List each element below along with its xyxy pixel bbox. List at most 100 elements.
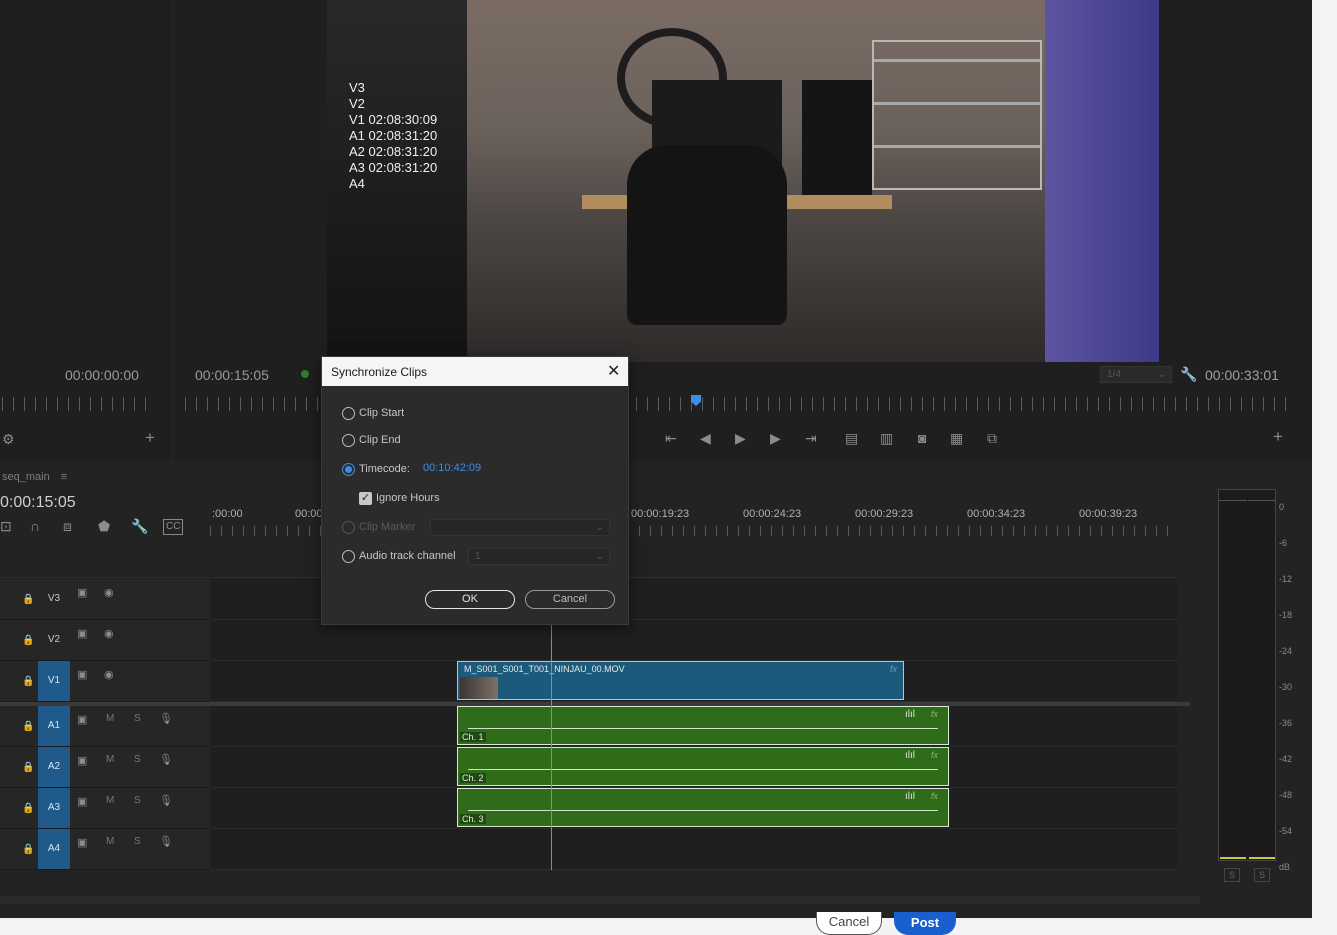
playhead-timecode[interactable]: 0:00:15:05	[0, 494, 76, 512]
mute-button[interactable]: M	[106, 754, 114, 765]
close-icon[interactable]: ✕	[607, 361, 620, 381]
clip-end-label[interactable]: Clip End	[359, 434, 401, 446]
lock-icon[interactable]: 🔒	[22, 802, 34, 816]
compare-icon[interactable]: ▦	[950, 431, 963, 445]
lock-icon[interactable]: 🔒	[22, 634, 34, 648]
volume-line[interactable]	[468, 769, 938, 770]
track-label-a4[interactable]: A4	[38, 829, 70, 869]
film-icon[interactable]: ▣	[77, 586, 87, 600]
sync-lock-icon[interactable]: ▣	[77, 713, 87, 727]
wrench-icon[interactable]: 🔧	[1180, 367, 1197, 381]
ok-button[interactable]: OK	[425, 590, 515, 609]
microphone-icon[interactable]: 🎙	[159, 794, 173, 808]
sync-lock-icon[interactable]: ▣	[77, 795, 87, 809]
audio-clip[interactable]: ılıl fx Ch. 2	[457, 747, 949, 786]
audio-clip[interactable]: ılıl fx Ch. 1	[457, 706, 949, 745]
timecode-radio[interactable]	[342, 463, 355, 476]
fx-badge[interactable]: fx	[931, 750, 938, 760]
lock-icon[interactable]: 🔒	[22, 593, 34, 607]
camera-icon[interactable]: ◙	[918, 431, 926, 445]
track-lane-a4[interactable]	[210, 829, 1177, 870]
fx-badge[interactable]: fx	[931, 791, 938, 801]
track-lane-a2[interactable]: ılıl fx Ch. 2	[210, 747, 1177, 788]
audio-channel-select[interactable]: 1 ⌄	[468, 548, 610, 565]
clip-end-radio[interactable]	[342, 434, 355, 447]
clip-marker-select[interactable]: ⌄	[430, 519, 610, 536]
track-label-a1[interactable]: A1	[38, 706, 70, 746]
add-button-icon[interactable]: +	[145, 429, 155, 446]
track-lane-v1[interactable]: M_S001_S001_T001_NINJAU_00.MOV fx	[210, 661, 1177, 702]
lock-icon[interactable]: 🔒	[22, 675, 34, 689]
eye-icon[interactable]: ◉	[104, 627, 114, 641]
go-to-out-icon[interactable]: ⇥	[805, 431, 817, 445]
export-frame-icon[interactable]: ⧉	[987, 431, 997, 445]
wrench-icon[interactable]: 🔧	[131, 519, 148, 533]
film-icon[interactable]: ▣	[77, 668, 87, 682]
sequence-tab[interactable]: seq_main ≡	[2, 471, 67, 483]
horizontal-scrollbar[interactable]	[0, 896, 1200, 904]
volume-line[interactable]	[468, 728, 938, 729]
lock-icon[interactable]: 🔒	[22, 720, 34, 734]
eye-icon[interactable]: ◉	[104, 668, 114, 682]
extract-icon[interactable]: ▥	[880, 431, 893, 445]
film-icon[interactable]: ▣	[77, 627, 87, 641]
background-cancel-button[interactable]: Cancel	[816, 912, 882, 935]
mute-button[interactable]: M	[106, 836, 114, 847]
marker-icon[interactable]: ⬟	[98, 519, 110, 533]
source-ruler[interactable]	[2, 397, 156, 411]
ignore-hours-checkbox[interactable]: ✓	[359, 492, 372, 505]
track-lane-v2[interactable]	[210, 620, 1177, 661]
linked-selection-icon[interactable]: ⧈	[63, 519, 72, 533]
lift-icon[interactable]: ▤	[845, 431, 858, 445]
solo-button[interactable]: S	[134, 795, 141, 806]
solo-button[interactable]: S	[134, 713, 141, 724]
timecode-value-input[interactable]: 00:10:42:09	[423, 462, 481, 474]
step-back-icon[interactable]: ◀	[700, 431, 711, 445]
resolution-select[interactable]: 1/4 ⌄	[1100, 366, 1172, 383]
fx-badge[interactable]: fx	[931, 709, 938, 719]
source-timecode[interactable]: 00:00:00:00	[65, 367, 139, 383]
snap-magnet-icon[interactable]: ∩	[30, 519, 40, 533]
go-to-in-icon[interactable]: ⇤	[665, 431, 677, 445]
video-clip[interactable]: M_S001_S001_T001_NINJAU_00.MOV fx	[457, 661, 904, 700]
meter-solo-button[interactable]: S	[1224, 868, 1240, 882]
clip-start-radio[interactable]	[342, 407, 355, 420]
dialog-title-bar[interactable]: Synchronize Clips ✕	[322, 357, 628, 386]
track-label-a3[interactable]: A3	[38, 788, 70, 828]
settings-icon[interactable]: ⚙	[2, 432, 15, 446]
audio-clip[interactable]: ılıl fx Ch. 3	[457, 788, 949, 827]
lock-icon[interactable]: 🔒	[22, 761, 34, 775]
mute-button[interactable]: M	[106, 713, 114, 724]
track-lane-a3[interactable]: ılıl fx Ch. 3	[210, 788, 1177, 829]
captions-icon[interactable]: CC	[163, 519, 184, 535]
audio-track-channel-radio[interactable]	[342, 550, 355, 563]
add-button-icon[interactable]: +	[1273, 428, 1283, 445]
mute-button[interactable]: M	[106, 795, 114, 806]
background-post-button[interactable]: Post	[894, 912, 956, 935]
track-label-v2[interactable]: V2	[38, 620, 70, 660]
solo-button[interactable]: S	[134, 836, 141, 847]
eye-icon[interactable]: ◉	[104, 586, 114, 600]
step-forward-icon[interactable]: ▶	[770, 431, 781, 445]
clip-marker-radio[interactable]	[342, 521, 355, 534]
track-label-v3[interactable]: V3	[38, 579, 70, 619]
timecode-label[interactable]: Timecode:	[359, 463, 410, 475]
microphone-icon[interactable]: 🎙	[159, 753, 173, 767]
track-label-v1[interactable]: V1	[38, 661, 70, 701]
sync-lock-icon[interactable]: ▣	[77, 836, 87, 850]
track-label-a2[interactable]: A2	[38, 747, 70, 787]
solo-button[interactable]: S	[134, 754, 141, 765]
program-timecode[interactable]: 00:00:15:05	[195, 367, 269, 383]
microphone-icon[interactable]: 🎙	[159, 835, 173, 849]
meter-solo-button[interactable]: S	[1254, 868, 1270, 882]
audio-track-channel-label[interactable]: Audio track channel	[359, 550, 456, 562]
timeline-playhead[interactable]	[551, 624, 552, 870]
nest-icon[interactable]: ⊡	[0, 519, 12, 533]
fx-badge[interactable]: fx	[890, 664, 897, 674]
play-icon[interactable]: ▶	[735, 431, 746, 445]
menu-icon[interactable]: ≡	[61, 471, 67, 483]
microphone-icon[interactable]: 🎙	[159, 712, 173, 726]
lock-icon[interactable]: 🔒	[22, 843, 34, 857]
track-lane-a1[interactable]: ılıl fx Ch. 1	[210, 706, 1177, 747]
sync-lock-icon[interactable]: ▣	[77, 754, 87, 768]
